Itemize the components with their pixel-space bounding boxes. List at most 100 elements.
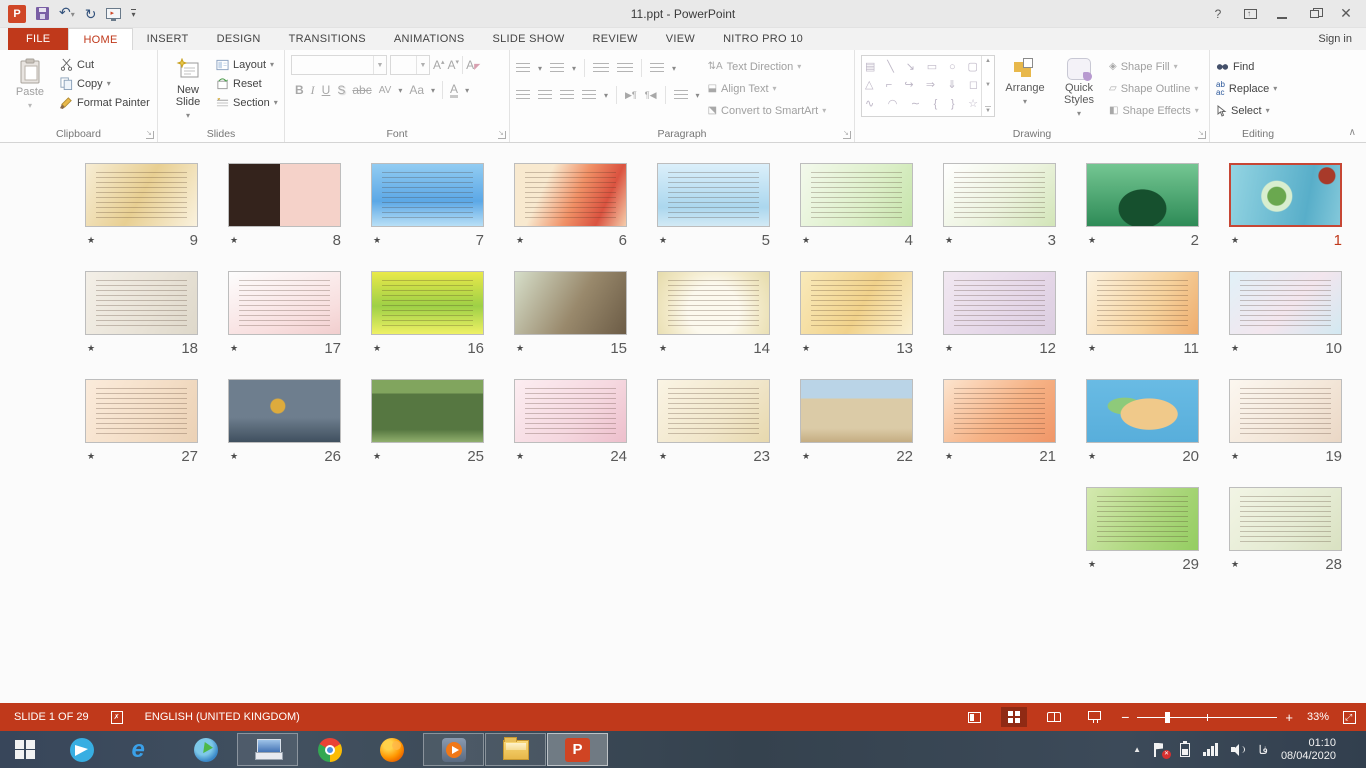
tab-view[interactable]: VIEW (652, 28, 709, 50)
transition-star-icon[interactable]: ★ (371, 235, 381, 246)
shapes-gallery[interactable]: ▤╲↘▭○▢ △⌐↪⇒⇓◻ ∿◠∼{}☆ ▲▼▼ (861, 55, 995, 117)
restore-button[interactable] (1300, 3, 1328, 25)
zoom-in-button[interactable]: + (1285, 710, 1293, 725)
transition-star-icon[interactable]: ★ (800, 451, 810, 462)
transition-star-icon[interactable]: ★ (1229, 451, 1239, 462)
transition-star-icon[interactable]: ★ (943, 343, 953, 354)
slide-thumbnail-10[interactable] (1229, 271, 1342, 335)
justify-icon[interactable] (582, 90, 596, 100)
close-button[interactable]: ✕ (1332, 3, 1360, 25)
slide-thumbnail-3[interactable] (943, 163, 1056, 227)
slide-sorter-view-button[interactable] (1001, 707, 1027, 727)
spell-check-icon[interactable]: ✗ (111, 711, 123, 724)
underline-button[interactable]: U (322, 83, 331, 97)
powerpoint-app-icon[interactable]: P (8, 5, 26, 23)
tab-design[interactable]: DESIGN (203, 28, 275, 50)
tab-home[interactable]: HOME (68, 28, 132, 50)
decrease-indent-icon[interactable] (593, 63, 609, 73)
font-name-combo[interactable]: ▼ (291, 55, 387, 75)
replace-button[interactable]: abac Replace▾ (1216, 79, 1302, 98)
transition-star-icon[interactable]: ★ (1229, 235, 1239, 246)
shape-fill-button[interactable]: ◈Shape Fill▾ (1109, 57, 1199, 76)
font-color-button[interactable]: A (450, 83, 458, 98)
align-text-button[interactable]: ⬓Align Text▾ (708, 79, 827, 98)
quick-styles-button[interactable]: Quick Styles▾ (1055, 55, 1103, 126)
arrange-button[interactable]: Arrange▾ (1001, 55, 1049, 126)
rtl-direction-icon[interactable]: ¶◀ (645, 90, 657, 101)
tab-slide-show[interactable]: SLIDE SHOW (478, 28, 578, 50)
transition-star-icon[interactable]: ★ (371, 343, 381, 354)
taskbar-kmp-button[interactable] (423, 733, 484, 766)
copy-button[interactable]: Copy▾ (60, 74, 150, 93)
slide-thumbnail-17[interactable] (228, 271, 341, 335)
reset-button[interactable]: Reset (216, 74, 278, 93)
transition-star-icon[interactable]: ★ (85, 235, 95, 246)
input-language-indicator[interactable]: فا (1259, 743, 1268, 757)
slide-thumbnail-23[interactable] (657, 379, 770, 443)
slide-thumbnail-6[interactable] (514, 163, 627, 227)
transition-star-icon[interactable]: ★ (1086, 451, 1096, 462)
shapes-gallery-scrollbar[interactable]: ▲▼▼ (981, 56, 994, 116)
transition-star-icon[interactable]: ★ (657, 235, 667, 246)
align-right-icon[interactable] (560, 90, 574, 100)
tab-insert[interactable]: INSERT (133, 28, 203, 50)
transition-star-icon[interactable]: ★ (371, 451, 381, 462)
shape-outline-button[interactable]: ▱Shape Outline▾ (1109, 79, 1199, 98)
slide-thumbnail-21[interactable] (943, 379, 1056, 443)
slide-thumbnail-8[interactable] (228, 163, 341, 227)
help-icon[interactable]: ? (1204, 3, 1232, 25)
text-shadow-button[interactable]: S (337, 83, 345, 97)
line-spacing-icon[interactable] (650, 63, 664, 73)
slideshow-view-button[interactable] (1081, 707, 1107, 727)
transition-star-icon[interactable]: ★ (228, 343, 238, 354)
slide-thumbnail-9[interactable] (85, 163, 198, 227)
slide-thumbnail-15[interactable] (514, 271, 627, 335)
bold-button[interactable]: B (295, 83, 304, 97)
columns-icon[interactable] (674, 90, 688, 100)
save-icon[interactable] (36, 7, 49, 20)
transition-star-icon[interactable]: ★ (800, 343, 810, 354)
sign-in-link[interactable]: Sign in (1318, 28, 1366, 50)
transition-star-icon[interactable]: ★ (1229, 343, 1239, 354)
slide-thumbnail-26[interactable] (228, 379, 341, 443)
slide-thumbnail-2[interactable] (1086, 163, 1199, 227)
clipboard-dialog-launcher[interactable] (146, 131, 154, 139)
taskbar-ie-button[interactable]: e (113, 733, 174, 766)
paragraph-dialog-launcher[interactable] (843, 131, 851, 139)
bullets-icon[interactable] (516, 63, 530, 73)
taskbar-idm-button[interactable] (175, 733, 236, 766)
increase-font-size-icon[interactable]: A▴ (433, 58, 445, 72)
transition-star-icon[interactable]: ★ (85, 451, 95, 462)
transition-star-icon[interactable]: ★ (657, 343, 667, 354)
network-signal-icon[interactable] (1203, 743, 1218, 756)
transition-star-icon[interactable]: ★ (85, 343, 95, 354)
numbering-icon[interactable] (550, 63, 564, 73)
align-left-icon[interactable] (516, 90, 530, 100)
select-button[interactable]: Select▾ (1216, 101, 1302, 120)
transition-star-icon[interactable]: ★ (943, 451, 953, 462)
drawing-dialog-launcher[interactable] (1198, 131, 1206, 139)
transition-star-icon[interactable]: ★ (514, 343, 524, 354)
taskbar-start-button[interactable] (0, 731, 50, 768)
ltr-direction-icon[interactable]: ▶¶ (625, 90, 637, 101)
customize-qat-icon[interactable]: ▾ (131, 9, 135, 18)
align-center-icon[interactable] (538, 90, 552, 100)
format-painter-button[interactable]: Format Painter (60, 93, 150, 112)
slide-thumbnail-20[interactable] (1086, 379, 1199, 443)
transition-star-icon[interactable]: ★ (514, 451, 524, 462)
strikethrough-button[interactable]: abc (352, 83, 371, 97)
tab-nitro-pro-10[interactable]: NITRO PRO 10 (709, 28, 817, 50)
slide-thumbnail-22[interactable] (800, 379, 913, 443)
collapse-ribbon-icon[interactable]: ∧ (1349, 127, 1356, 138)
language-indicator[interactable]: ENGLISH (UNITED KINGDOM) (145, 711, 300, 723)
section-button[interactable]: Section▾ (216, 93, 278, 112)
tab-animations[interactable]: ANIMATIONS (380, 28, 479, 50)
tab-transitions[interactable]: TRANSITIONS (275, 28, 380, 50)
change-case-button[interactable]: Aa (409, 83, 424, 97)
fit-slide-to-window-icon[interactable] (1343, 711, 1356, 724)
redo-icon[interactable]: ↻ (85, 7, 97, 21)
slide-thumbnail-18[interactable] (85, 271, 198, 335)
minimize-button[interactable] (1268, 3, 1296, 25)
hidden-icons-arrow[interactable]: ▲ (1133, 745, 1141, 754)
zoom-slider[interactable] (1137, 717, 1277, 718)
